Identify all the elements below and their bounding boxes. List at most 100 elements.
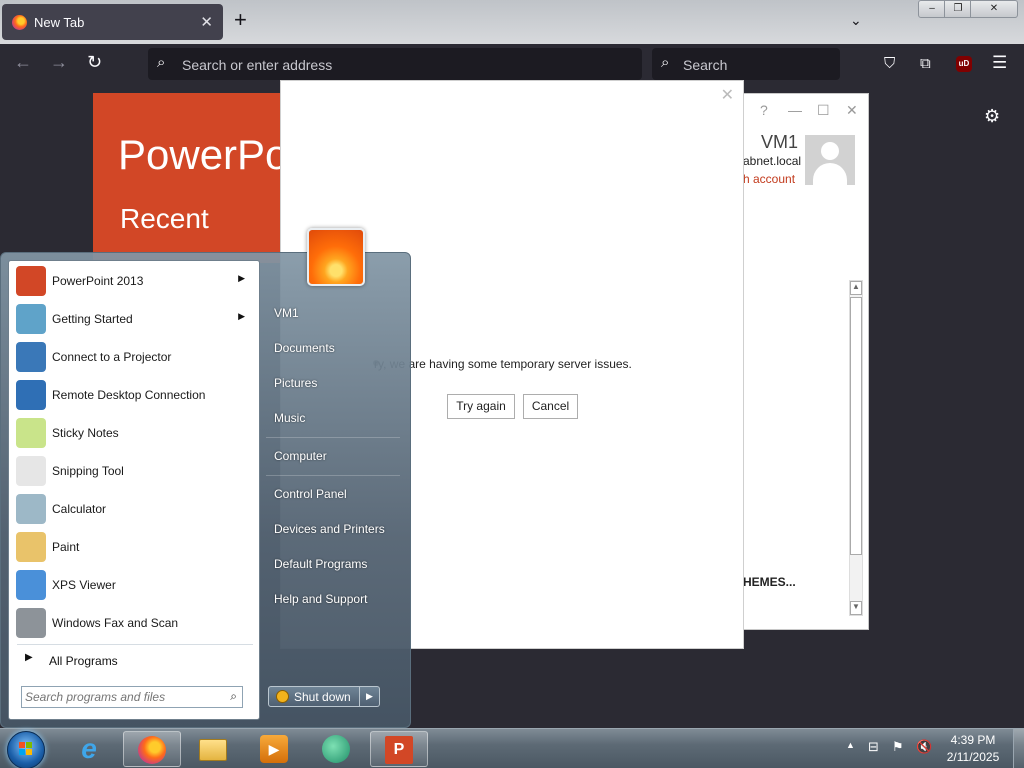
settings-gear-icon[interactable]: ⚙: [984, 106, 1000, 127]
shutdown-options-arrow-icon[interactable]: ▶: [360, 686, 380, 707]
start-program-item[interactable]: Windows Fax and Scan: [13, 605, 257, 641]
scroll-down-icon[interactable]: ▼: [850, 601, 862, 615]
taskbar-powerpoint[interactable]: P: [370, 731, 428, 767]
start-program-label: XPS Viewer: [52, 578, 116, 592]
address-bar[interactable]: ⌕ Search or enter address: [148, 48, 642, 80]
start-program-label: Calculator: [52, 502, 107, 516]
start-program-item[interactable]: Connect to a Projector: [13, 339, 257, 375]
powerpoint-brand: PowerPoint: [118, 131, 281, 178]
start-right-music[interactable]: Music: [274, 411, 305, 425]
start-program-label: Windows Fax and Scan: [52, 616, 179, 630]
restore-button[interactable]: ❐: [944, 0, 972, 18]
tab-list-chevron-icon[interactable]: ⌄: [850, 12, 862, 29]
show-hidden-icons-chevron-icon[interactable]: ▲: [846, 740, 855, 750]
snipping-tool-icon: [16, 456, 46, 486]
start-right-default-programs[interactable]: Default Programs: [274, 557, 367, 571]
firefox-icon: [12, 15, 27, 30]
extensions-icon[interactable]: ⧉: [920, 55, 931, 72]
start-program-item[interactable]: Snipping Tool: [13, 453, 257, 489]
media-player-icon: ▶: [260, 735, 288, 763]
start-program-label: PowerPoint 2013: [52, 274, 144, 288]
start-menu-programs-pane: PowerPoint 2013 ▶ Getting Started ▶ Connect …: [8, 260, 260, 720]
account-user-name: VM1: [761, 132, 799, 152]
browser-nav-bar: ← → ↻ ⌕ Search or enter address ⌕ Search…: [0, 44, 1024, 84]
getting-started-icon: [16, 304, 46, 334]
system-clock[interactable]: 4:39 PM 2/11/2025: [940, 732, 1006, 766]
start-right-devices-printers[interactable]: Devices and Printers: [274, 522, 385, 536]
windows-logo-icon: [19, 742, 33, 756]
scroll-up-icon[interactable]: ▲: [850, 281, 862, 295]
taskbar-media-player[interactable]: ▶: [246, 731, 304, 767]
taskbar-firefox[interactable]: [123, 731, 181, 767]
start-program-item[interactable]: PowerPoint 2013 ▶: [13, 263, 257, 299]
new-tab-button[interactable]: +: [234, 9, 247, 31]
start-program-item[interactable]: Getting Started ▶: [13, 301, 257, 337]
all-programs-button[interactable]: ▶ All Programs: [17, 647, 253, 673]
hamburger-menu-icon[interactable]: ☰: [992, 53, 1007, 73]
switch-account-link[interactable]: h account: [743, 172, 795, 186]
avatar: [805, 135, 855, 185]
ppt-close-button[interactable]: ✕: [846, 102, 858, 119]
minimize-button[interactable]: –: [918, 0, 946, 18]
reload-button[interactable]: ↻: [87, 52, 102, 73]
xps-viewer-icon: [16, 570, 46, 600]
internet-explorer-icon: e: [81, 733, 97, 764]
scrollbar[interactable]: ▲ ▼: [849, 280, 863, 616]
start-search-input[interactable]: [25, 689, 215, 705]
close-window-button[interactable]: ✕: [970, 0, 1018, 18]
network-icon[interactable]: ⊟: [868, 739, 879, 755]
taskbar-internet-explorer[interactable]: e: [61, 731, 119, 767]
taskbar-file-explorer[interactable]: [185, 731, 243, 767]
ppt-minimize-button[interactable]: —: [788, 102, 802, 118]
ublock-origin-icon[interactable]: uD: [956, 56, 972, 72]
submenu-arrow-icon: ▶: [238, 311, 245, 321]
start-right-computer[interactable]: Computer: [274, 449, 327, 463]
tab-close-icon[interactable]: ✕: [200, 13, 213, 31]
chevron-right-icon: ▶: [25, 652, 33, 663]
start-right-documents[interactable]: Documents: [274, 341, 335, 355]
calculator-icon: [16, 494, 46, 524]
start-program-item[interactable]: Paint: [13, 529, 257, 565]
tab-title: New Tab: [34, 15, 85, 30]
search-icon: ⌕: [157, 54, 166, 71]
cancel-button[interactable]: Cancel: [523, 394, 578, 419]
start-program-item[interactable]: Calculator: [13, 491, 257, 527]
user-picture[interactable]: [307, 228, 365, 286]
search-icon: ⌕: [661, 54, 670, 71]
start-right-help-support[interactable]: Help and Support: [274, 592, 367, 606]
pocket-icon[interactable]: ⛉: [884, 55, 895, 72]
scroll-thumb[interactable]: [850, 297, 862, 555]
taskbar-app-green[interactable]: [308, 731, 366, 767]
more-themes-link[interactable]: HEMES...: [743, 575, 796, 589]
forward-button[interactable]: →: [50, 52, 68, 73]
ppt-maximize-button[interactable]: ☐: [817, 102, 830, 119]
start-search-box[interactable]: ⌕: [21, 686, 243, 708]
back-button[interactable]: ←: [14, 52, 32, 73]
start-program-item[interactable]: Remote Desktop Connection: [13, 377, 257, 413]
powerpoint-start-panel: PowerPoint Recent: [93, 93, 281, 263]
shield-icon: [276, 690, 289, 703]
shutdown-button[interactable]: Shut down: [268, 686, 360, 707]
start-button[interactable]: [7, 731, 45, 768]
all-programs-label: All Programs: [49, 654, 118, 668]
recent-heading: Recent: [120, 203, 209, 234]
action-center-flag-icon[interactable]: ⚑: [892, 739, 904, 755]
start-program-item[interactable]: XPS Viewer: [13, 567, 257, 603]
start-right-control-panel[interactable]: Control Panel: [274, 487, 347, 501]
start-program-label: Paint: [52, 540, 80, 554]
help-icon[interactable]: ?: [760, 102, 768, 118]
divider: [17, 644, 253, 645]
tab-new-tab[interactable]: New Tab ✕: [2, 4, 223, 40]
start-right-pictures[interactable]: Pictures: [274, 376, 317, 390]
start-program-label: Connect to a Projector: [52, 350, 172, 364]
try-again-button[interactable]: Try again: [447, 394, 515, 419]
volume-muted-icon[interactable]: 🔇: [916, 739, 932, 755]
show-desktop-button[interactable]: [1013, 729, 1024, 768]
firefox-icon: [138, 736, 166, 764]
start-program-item[interactable]: Sticky Notes: [13, 415, 257, 451]
start-right-user[interactable]: VM1: [274, 306, 299, 320]
search-bar[interactable]: ⌕ Search: [652, 48, 840, 80]
error-message: ry, we are having some temporary server …: [374, 357, 632, 371]
dialog-close-icon[interactable]: ✕: [721, 85, 734, 105]
search-icon[interactable]: ⌕: [230, 689, 237, 704]
